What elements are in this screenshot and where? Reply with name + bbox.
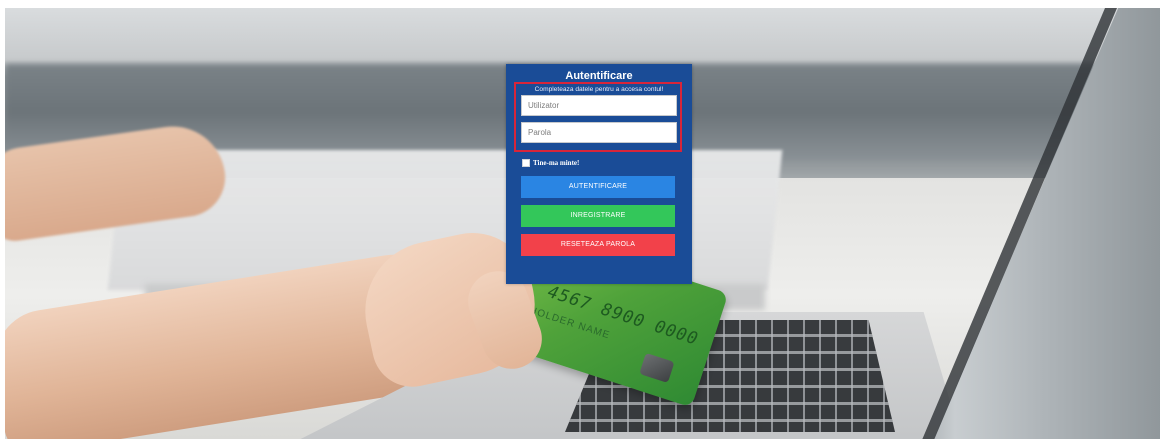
username-input[interactable] [521,95,677,116]
register-button[interactable]: INREGISTRARE [521,205,675,227]
login-title: Autentificare [565,70,633,82]
card-chip [639,352,675,384]
reset-password-button[interactable]: RESETEAZA PAROLA [521,234,675,256]
remember-checkbox[interactable] [522,159,530,167]
login-subtitle: Completeaza datele pentru a accesa contu… [534,86,664,93]
remember-label: Tine-ma minte! [533,159,580,167]
password-input[interactable] [521,122,677,143]
login-panel: Autentificare Completeaza datele pentru … [506,64,692,284]
remember-me[interactable]: Tine-ma minte! [522,159,579,167]
login-button[interactable]: AUTENTIFICARE [521,176,675,198]
card-number: 4567 8900 0000 [545,282,701,350]
